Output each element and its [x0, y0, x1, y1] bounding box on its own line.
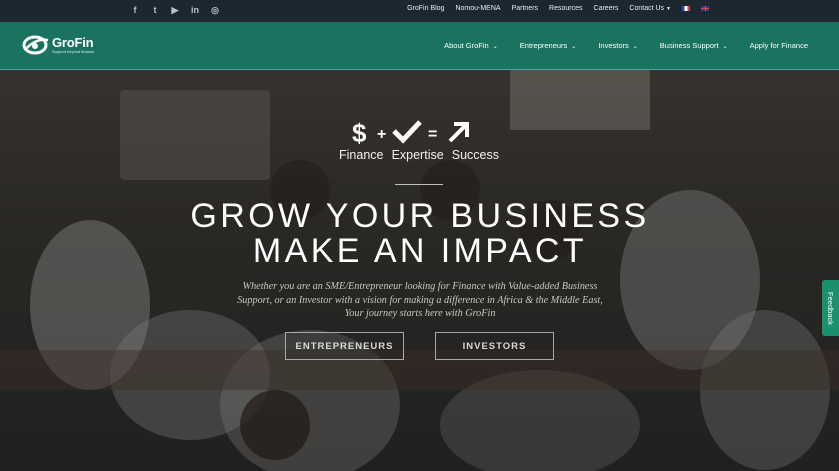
arrow-up-right-icon: [448, 122, 469, 143]
link-nomou-mena[interactable]: Nomou-MENA: [455, 5, 500, 12]
chevron-down-icon: ⌄: [492, 44, 498, 50]
lead-line: Your journey starts here with GroFin: [344, 308, 496, 319]
word-expertise: Expertise: [391, 148, 444, 162]
top-utility-bar: f t ▶ in ◎ GroFin Blog Nomou-MENA Partne…: [0, 0, 839, 22]
finance-expertise-success-icons: $ + =: [352, 118, 469, 146]
hero-section: $ + = Finance Expertise Success GROW YOU…: [0, 70, 839, 471]
hero-divider: [395, 184, 443, 185]
nav-entrepreneurs[interactable]: Entrepreneurs ⌄: [520, 41, 577, 50]
equation-words: Finance Expertise Success: [339, 148, 499, 162]
logo-text: GroFin Support beyond finance: [52, 36, 94, 54]
french-flag-icon[interactable]: [682, 6, 690, 11]
hero-headline-line-1: GROW YOUR BUSINESS: [190, 197, 650, 235]
checkmark-icon: [392, 120, 422, 144]
dollar-icon: $: [352, 118, 367, 146]
caret-down-icon: ▼: [666, 6, 671, 12]
link-resources[interactable]: Resources: [549, 5, 582, 12]
feedback-tab[interactable]: Feedback: [822, 280, 839, 336]
nav-apply-for-finance[interactable]: Apply for Finance: [750, 41, 808, 50]
lead-line: Whether you are an SME/Entrepreneur look…: [242, 281, 598, 292]
lead-line: Support, or an Investor with a vision fo…: [237, 294, 603, 306]
word-success: Success: [451, 148, 499, 162]
brand-name: GroFin: [52, 35, 94, 50]
nav-label: Investors: [598, 41, 629, 50]
nav-about-grofin[interactable]: About GroFin ⌄: [444, 41, 498, 50]
link-grofin-blog[interactable]: GroFin Blog: [407, 5, 444, 12]
link-partners[interactable]: Partners: [512, 5, 538, 12]
instagram-icon[interactable]: ◎: [210, 4, 220, 16]
brand-tagline: Support beyond finance: [52, 49, 95, 54]
main-menu: About GroFin ⌄ Entrepreneurs ⌄ Investors ⌄ …: [444, 41, 808, 50]
contact-us-label: Contact Us: [629, 5, 665, 12]
word-finance: Finance: [339, 148, 384, 162]
facebook-icon[interactable]: f: [130, 4, 140, 16]
nav-business-support[interactable]: Business Support ⌄: [660, 41, 728, 50]
plus-icon: +: [377, 126, 386, 143]
english-flag-icon[interactable]: [701, 6, 709, 11]
social-links: f t ▶ in ◎: [130, 4, 220, 16]
nav-label: Apply for Finance: [749, 41, 808, 50]
link-contact-us[interactable]: Contact Us ▼: [629, 5, 671, 12]
investors-button[interactable]: INVESTORS: [435, 332, 554, 360]
link-careers[interactable]: Careers: [594, 5, 619, 12]
chevron-down-icon: ⌄: [632, 44, 638, 50]
entrepreneurs-button[interactable]: ENTREPRENEURS: [285, 332, 404, 360]
feedback-label: Feedback: [826, 291, 835, 325]
nav-label: Business Support: [659, 41, 719, 50]
chevron-down-icon: ⌄: [722, 44, 728, 50]
grofin-logo[interactable]: GroFin Support beyond finance: [22, 34, 94, 56]
youtube-icon[interactable]: ▶: [170, 4, 180, 16]
chevron-down-icon: ⌄: [571, 44, 577, 50]
twitter-icon[interactable]: t: [150, 4, 160, 16]
linkedin-icon[interactable]: in: [190, 4, 200, 16]
nav-label: Entrepreneurs: [519, 41, 568, 50]
nav-label: About GroFin: [444, 41, 489, 50]
hero-lead-text: Whether you are an SME/Entrepreneur look…: [208, 280, 632, 321]
grofin-logo-icon: [22, 35, 49, 55]
main-navbar: GroFin Support beyond finance About GroF…: [0, 22, 839, 70]
hero-headline-line-2: MAKE AN IMPACT: [252, 232, 588, 270]
equals-icon: =: [428, 126, 437, 143]
top-links: GroFin Blog Nomou-MENA Partners Resource…: [407, 5, 709, 12]
nav-investors[interactable]: Investors ⌄: [598, 41, 637, 50]
